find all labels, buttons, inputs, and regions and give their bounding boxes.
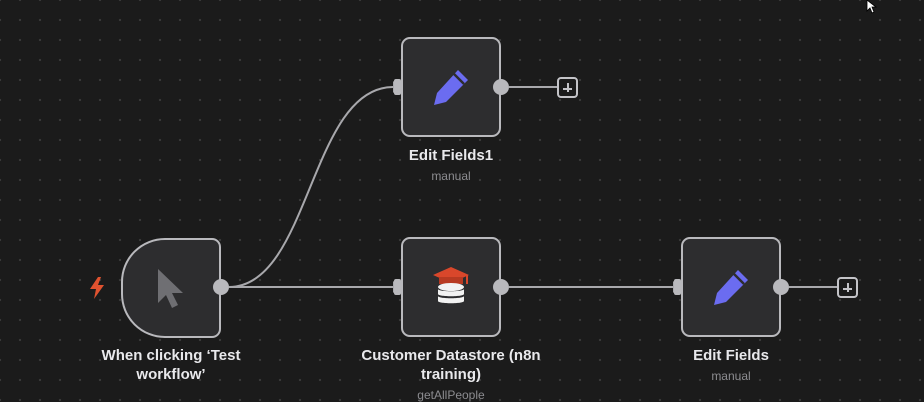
node-trigger-test-workflow[interactable] [121,238,221,338]
edit-fields-input-handle[interactable] [674,279,681,295]
edge-trigger-to-edit-fields1[interactable] [228,86,394,288]
node-customer-datastore-title: Customer Datastore (n8n training) [361,347,541,383]
customer-datastore-input-handle[interactable] [394,279,401,295]
trigger-output-handle[interactable] [213,279,229,295]
node-edit-fields1-title: Edit Fields1 [408,147,494,164]
mouse-pointer-icon [158,269,183,308]
node-edit-fields[interactable] [681,237,781,337]
node-trigger-title: When clicking ‘Test workflow’ [101,347,241,383]
edit-fields-output-handle[interactable] [773,279,789,295]
node-edit-fields-title: Edit Fields [693,347,769,364]
pencil-icon [434,70,468,105]
edit-fields1-add-node-button[interactable] [557,77,578,98]
customer-datastore-output-handle[interactable] [493,279,509,295]
pencil-icon [714,270,748,305]
lightning-bolt-icon [90,277,104,299]
node-customer-datastore-subtitle: getAllPeople [417,388,485,402]
graduation-cap-database-icon [433,267,469,304]
node-edit-fields1[interactable] [401,37,501,137]
node-edit-fields-subtitle: manual [711,369,751,383]
workflow-canvas[interactable]: When clicking ‘Test workflow’ Edit Field… [0,0,924,402]
edit-fields-add-node-button[interactable] [837,277,858,298]
node-customer-datastore[interactable] [401,237,501,337]
edit-fields1-input-handle[interactable] [394,79,401,95]
edit-fields1-output-handle[interactable] [493,79,509,95]
mouse-cursor-icon [866,0,878,14]
node-edit-fields1-subtitle: manual [431,169,471,183]
